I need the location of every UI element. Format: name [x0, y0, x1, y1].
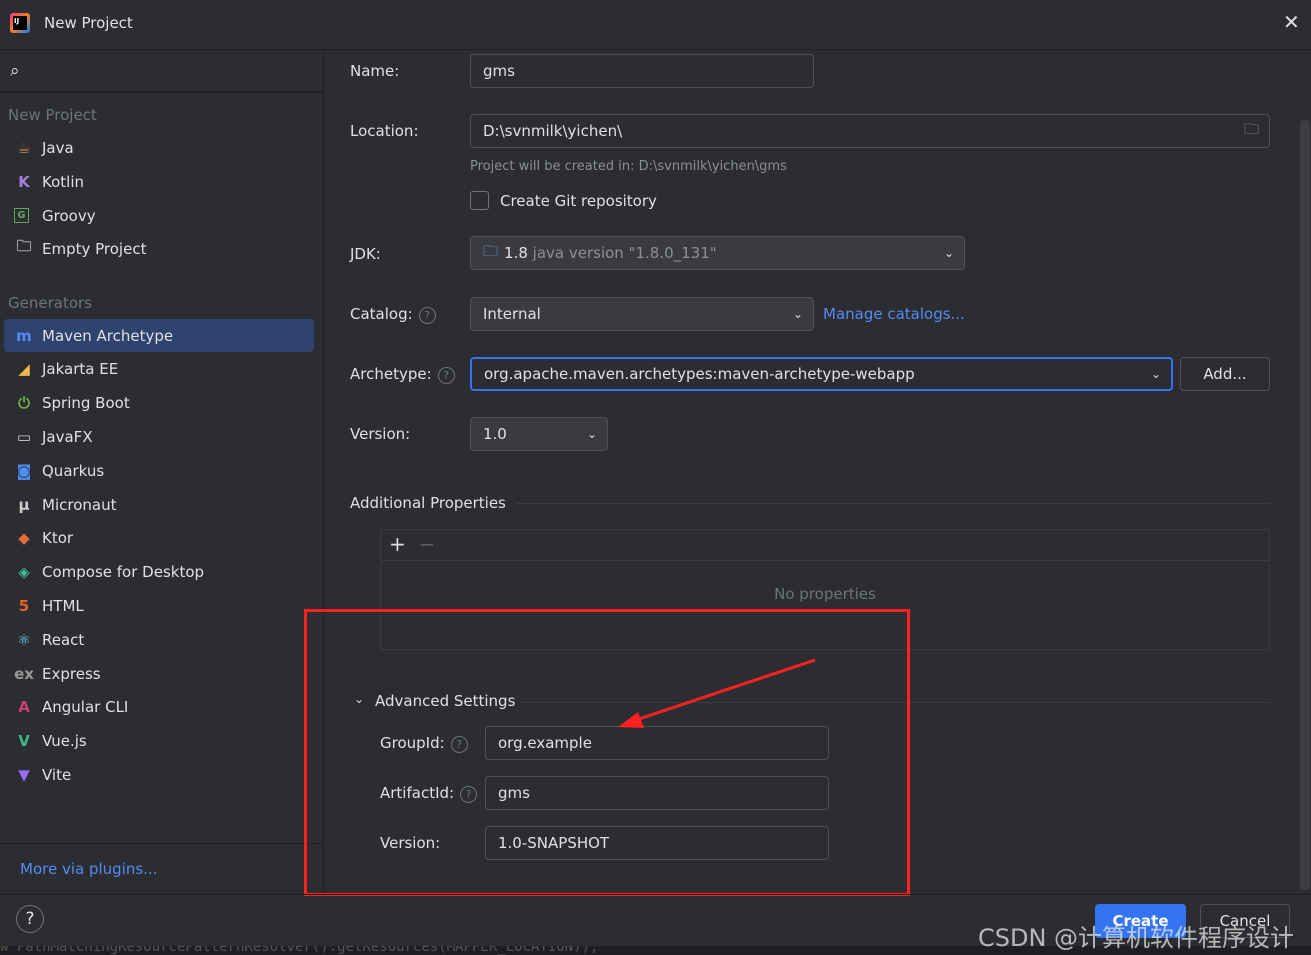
title-bar: IJ New Project ✕	[0, 0, 1311, 50]
sidebar-item-vue-js[interactable]: V Vue.js	[4, 725, 314, 758]
sidebar: ⌕ New Project ☕ Java K Kotlin G Groovy 🗀 Emp…	[0, 51, 324, 894]
sidebar-item-spring-boot[interactable]: ⏻ Spring Boot	[4, 387, 314, 420]
java-icon: ☕	[17, 138, 31, 157]
help-icon: ?	[418, 307, 436, 324]
ktor-icon: ◆	[18, 529, 30, 548]
sidebar-item-react[interactable]: ⚛ React	[4, 623, 314, 656]
sidebar-item-empty-project[interactable]: 🗀 Empty Project	[4, 232, 314, 265]
location-label: Location:	[350, 122, 419, 140]
sidebar-item-html[interactable]: 5 HTML	[4, 589, 314, 622]
name-input[interactable]: gms	[470, 54, 814, 88]
location-input[interactable]: D:\svnmilk\yichen\ 🗀	[470, 114, 1270, 148]
sidebar-item-vite[interactable]: ▼ Vite	[4, 758, 314, 791]
sidebar-item-micronaut[interactable]: μ Micronaut	[4, 488, 314, 521]
quarkus-icon: ◙	[16, 461, 32, 480]
git-checkbox[interactable]	[470, 191, 489, 210]
micronaut-icon: μ	[18, 495, 30, 514]
jdk-select[interactable]: 🗀 1.8 java version "1.8.0_131" ⌄	[470, 236, 965, 270]
jakarta-ee-icon: ◢	[18, 360, 30, 379]
sidebar-item-maven-archetype[interactable]: m Maven Archetype	[4, 319, 314, 352]
watermark: CSDN @计算机软件程序设计	[978, 924, 1295, 952]
catalog-select[interactable]: Internal ⌄	[470, 297, 814, 331]
help-button[interactable]: ?	[16, 905, 44, 933]
sidebar-item-kotlin[interactable]: K Kotlin	[4, 165, 314, 198]
add-archetype-button[interactable]: Add...	[1180, 357, 1270, 391]
chevron-down-icon: ⌄	[943, 246, 954, 260]
archetype-input[interactable]: org.apache.maven.archetypes:maven-archet…	[470, 357, 1173, 391]
window-title: New Project	[44, 14, 133, 32]
sidebar-item-jakarta-ee[interactable]: ◢ Jakarta EE	[4, 353, 314, 386]
remove-icon[interactable]: −	[418, 532, 435, 556]
version-label: Version:	[350, 425, 411, 443]
jdk-folder-icon: 🗀	[483, 241, 499, 260]
groovy-icon: G	[14, 208, 29, 223]
scrollbar[interactable]	[1300, 120, 1310, 890]
sidebar-item-compose-for-desktop[interactable]: ◈ Compose for Desktop	[4, 556, 314, 589]
name-label: Name:	[350, 62, 400, 80]
archetype-label: Archetype:?	[350, 365, 455, 384]
close-icon[interactable]: ✕	[1283, 10, 1300, 34]
section-new-project: New Project	[8, 106, 97, 124]
jdk-label: JDK:	[350, 245, 381, 263]
sidebar-item-java[interactable]: ☕ Java	[4, 131, 314, 164]
annotation-arrow	[618, 658, 816, 728]
more-plugins-link[interactable]: More via plugins...	[20, 860, 157, 878]
compose-icon: ◈	[18, 563, 30, 582]
sidebar-item-quarkus[interactable]: ◙ Quarkus	[4, 454, 314, 487]
react-icon: ⚛	[17, 630, 31, 649]
version-select[interactable]: 1.0 ⌄	[470, 417, 608, 451]
kotlin-icon: K	[18, 172, 30, 191]
manage-catalogs-link[interactable]: Manage catalogs...	[823, 305, 965, 323]
html-icon: 5	[18, 596, 30, 615]
vue-icon: V	[18, 732, 30, 751]
git-label: Create Git repository	[500, 192, 657, 210]
javafx-icon: ▭	[16, 427, 32, 446]
chevron-down-icon: ⌄	[1150, 367, 1161, 381]
express-icon: ex	[14, 664, 34, 683]
catalog-label: Catalog:?	[350, 305, 436, 324]
chevron-down-icon: ⌄	[586, 427, 597, 441]
sidebar-item-express[interactable]: ex Express	[4, 657, 314, 690]
no-properties-text: No properties	[774, 585, 876, 603]
chevron-down-icon: ⌄	[792, 307, 803, 321]
spring-boot-icon: ⏻	[18, 394, 30, 413]
sidebar-item-angular-cli[interactable]: A Angular CLI	[4, 691, 314, 724]
search-icon[interactable]: ⌕	[10, 61, 20, 81]
additional-properties-heading: Additional Properties	[350, 494, 506, 512]
vite-icon: ▼	[18, 765, 30, 784]
sidebar-item-ktor[interactable]: ◆ Ktor	[4, 522, 314, 555]
add-icon[interactable]: +	[389, 532, 406, 556]
angular-icon: A	[18, 698, 30, 717]
location-hint: Project will be created in: D:\svnmilk\y…	[470, 159, 787, 174]
folder-icon[interactable]: 🗀	[1244, 119, 1259, 144]
intellij-logo-icon: IJ	[10, 13, 30, 33]
sidebar-item-groovy[interactable]: G Groovy	[4, 199, 314, 232]
sidebar-item-javafx[interactable]: ▭ JavaFX	[4, 420, 314, 453]
empty-project-icon: 🗀	[16, 237, 32, 255]
maven-icon: m	[16, 326, 32, 345]
help-icon: ?	[437, 367, 455, 384]
section-generators: Generators	[8, 294, 92, 312]
